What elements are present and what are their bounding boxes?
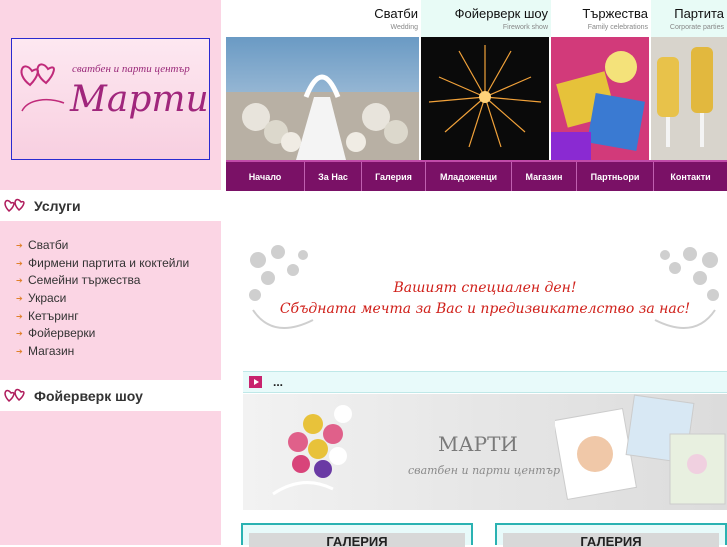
service-link[interactable]: ➔ Кетъринг — [16, 308, 189, 326]
site-logo[interactable]: сватбен и парти център Марти — [11, 38, 210, 160]
banner-headline: Вашият специален ден! — [393, 280, 577, 296]
service-label: Сватби — [28, 238, 69, 252]
news-bar: ... — [243, 371, 727, 393]
menu-item-shop[interactable]: Магазин — [512, 162, 577, 191]
topnav-subtitle: Wedding — [390, 24, 418, 31]
banner-subheadline: Сбъдната мечта за Вас и предизвикателств… — [279, 301, 691, 317]
topnav-title: Тържества — [582, 6, 648, 21]
topnav-title: Партита — [674, 6, 724, 21]
service-link[interactable]: ➔ Сватби — [16, 237, 189, 255]
fireworks-image — [421, 37, 549, 160]
gallery-box[interactable]: ГАЛЕРИЯ — [241, 523, 473, 547]
topnav-parties[interactable]: Партита Corporate parties — [651, 0, 727, 37]
service-link[interactable]: ➔ Фойерверки — [16, 325, 189, 343]
arrow-icon: ➔ — [16, 294, 23, 304]
topnav-fireworks[interactable]: Фойерверк шоу Firework show — [421, 0, 551, 37]
service-label: Семейни тържества — [28, 273, 141, 288]
service-label: Фойерверки — [28, 326, 96, 341]
topnav-subtitle: Family celebrations — [587, 24, 648, 31]
champagne-image — [651, 37, 727, 160]
arrow-icon: ➔ — [16, 258, 23, 268]
arrow-icon: ➔ — [16, 276, 23, 286]
gallery-box[interactable]: ГАЛЕРИЯ — [495, 523, 727, 547]
topnav-subtitle: Corporate parties — [669, 24, 724, 31]
hearts-icon — [4, 198, 25, 212]
main-menu: Начало За Нас Галерия Младоженци Магазин… — [226, 160, 727, 191]
fireworks-photo[interactable] — [421, 37, 549, 160]
menu-item-partners[interactable]: Партньори — [577, 162, 654, 191]
menu-item-about[interactable]: За Нас — [305, 162, 362, 191]
topnav-title: Сватби — [374, 6, 418, 21]
news-text: ... — [273, 375, 284, 389]
welcome-banner: Вашият специален ден! Сбъдната мечта за … — [243, 240, 727, 355]
play-icon[interactable] — [249, 376, 262, 388]
promo-banner[interactable]: МАРТИ сватбен и парти център — [243, 394, 727, 510]
celebrations-photo[interactable] — [551, 37, 649, 160]
topnav-subtitle: Firework show — [502, 24, 548, 31]
fireworks-heading: Фойерверк шоу — [0, 380, 221, 411]
menu-item-newlyweds[interactable]: Младоженци — [426, 162, 512, 191]
services-list: ➔ Сватби ➔ Фирмени партита и коктейли ➔ Сем… — [16, 237, 190, 361]
service-label: Фирмени партита и коктейли — [28, 255, 190, 270]
service-label: Магазин — [28, 344, 75, 359]
promo-subtitle: сватбен и парти център — [408, 464, 561, 477]
services-heading: Услуги — [0, 190, 221, 221]
promo-title: МАРТИ — [438, 432, 518, 456]
hearts-icon — [4, 388, 25, 402]
menu-item-gallery[interactable]: Галерия — [362, 162, 426, 191]
fireworks-title: Фойерверк шоу — [34, 387, 143, 404]
arrow-icon: ➔ — [16, 241, 23, 250]
logo-name: Марти — [70, 79, 209, 120]
service-link[interactable]: ➔ Магазин — [16, 343, 189, 361]
logo-tagline: сватбен и парти център — [72, 63, 190, 75]
hearts-logo-icon — [20, 63, 65, 112]
bouquet-image — [272, 405, 352, 496]
parties-photo[interactable] — [651, 37, 727, 160]
service-link[interactable]: ➔ Украси — [16, 290, 189, 308]
services-title: Услуги — [34, 197, 81, 214]
arrow-icon: ➔ — [16, 329, 23, 339]
arrow-icon: ➔ — [16, 347, 23, 357]
service-link[interactable]: ➔ Семейни тържества — [16, 272, 189, 290]
service-link[interactable]: ➔ Фирмени партита и коктейли — [16, 255, 190, 273]
topnav-weddings[interactable]: Сватби Wedding — [226, 0, 421, 37]
service-label: Украси — [28, 291, 67, 306]
wedding-aisle-image — [226, 37, 419, 160]
arrow-icon: ➔ — [16, 311, 23, 321]
couple-photos-image — [555, 394, 726, 505]
menu-item-home[interactable]: Начало — [226, 162, 305, 191]
service-label: Кетъринг — [28, 308, 79, 323]
gifts-image — [551, 37, 649, 160]
topnav-title: Фойерверк шоу — [454, 6, 548, 21]
menu-item-contacts[interactable]: Контакти — [654, 162, 727, 191]
wedding-photo[interactable] — [226, 37, 419, 160]
topnav-celebrations[interactable]: Тържества Family celebrations — [551, 0, 651, 37]
